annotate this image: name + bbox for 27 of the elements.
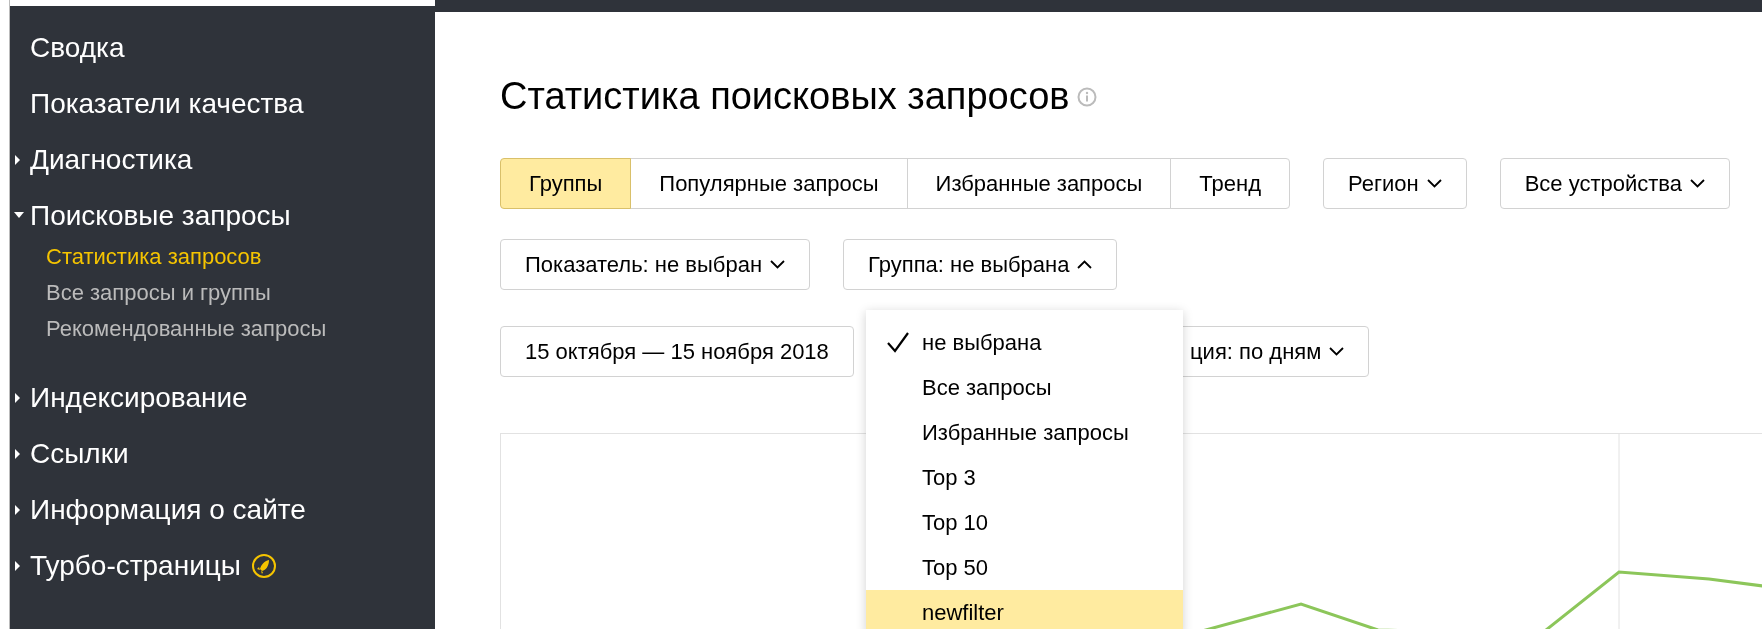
view-tab[interactable]: Группы <box>500 157 632 209</box>
info-icon[interactable] <box>1077 86 1098 107</box>
sidebar-item[interactable]: Показатели качества <box>10 76 435 132</box>
page-title: Статистика поисковых запросов <box>500 74 1070 119</box>
filter-dropdown[interactable]: Все устройства <box>1499 157 1730 209</box>
view-tab[interactable]: Избранные запросы <box>906 157 1172 209</box>
group-dropdown[interactable]: Группа: не выбрана <box>843 238 1118 290</box>
sidebar-item[interactable]: Индексирование <box>10 370 435 426</box>
sidebar-subitem[interactable]: Рекомендованные запросы <box>10 310 435 346</box>
sidebar-item[interactable]: Сводка <box>10 20 435 76</box>
dropdown-option[interactable]: Избранные запросы <box>866 410 1183 455</box>
sidebar-subitem[interactable]: Все запросы и группы <box>10 274 435 310</box>
view-tab[interactable]: Популярные запросы <box>630 157 908 209</box>
view-tab[interactable]: Тренд <box>1170 157 1290 209</box>
dropdown-option[interactable]: newfilter <box>866 590 1183 629</box>
sidebar-item[interactable]: Информация о сайте <box>10 482 435 538</box>
sidebar-item[interactable]: Диагностика <box>10 132 435 188</box>
chevron-icon <box>1690 178 1705 188</box>
indicator-dropdown[interactable]: Показатель: не выбран <box>500 238 811 290</box>
dropdown-option[interactable]: Top 10 <box>866 500 1183 545</box>
date-range-picker[interactable]: 15 октября — 15 ноября 2018 <box>500 325 854 377</box>
sidebar-item[interactable]: Ссылки <box>10 426 435 482</box>
dropdown-option[interactable]: Top 3 <box>866 455 1183 500</box>
filter-dropdown[interactable]: Регион <box>1323 157 1467 209</box>
chevron-icon <box>1426 178 1442 188</box>
dropdown-option[interactable]: Top 50 <box>866 545 1183 590</box>
sidebar-item[interactable]: Турбо-страницы <box>10 538 435 594</box>
